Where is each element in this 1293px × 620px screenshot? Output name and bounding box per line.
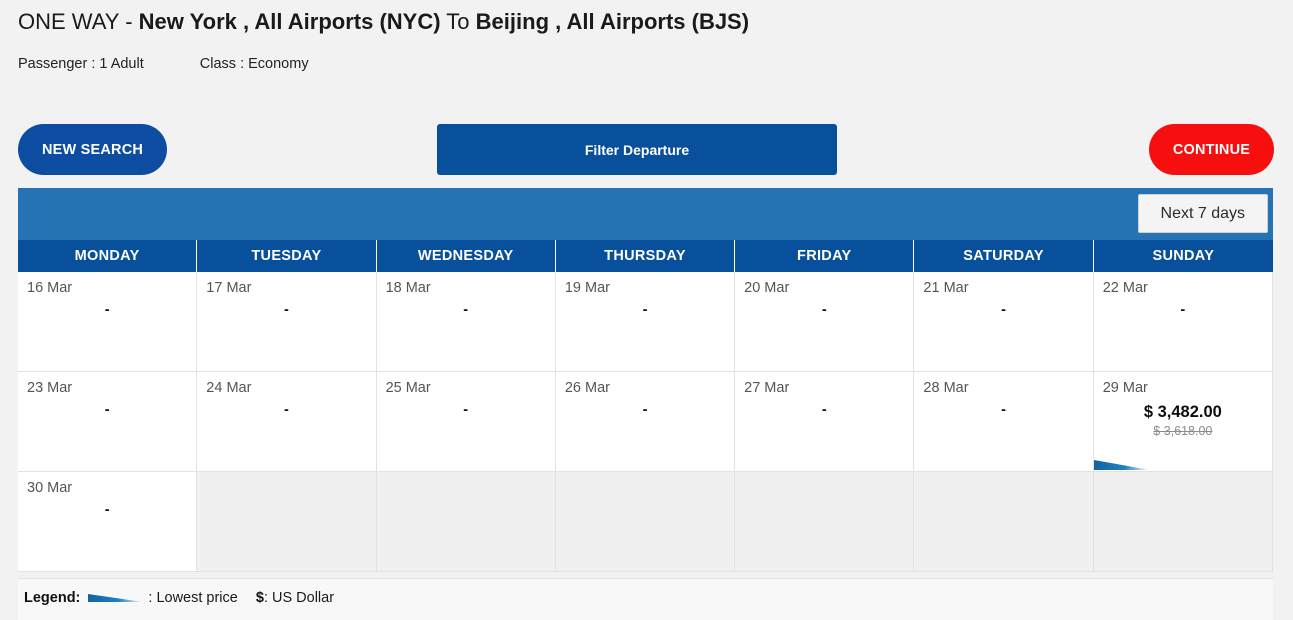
fare-area: - bbox=[377, 302, 555, 318]
fare-unavailable: - bbox=[1001, 302, 1006, 318]
calendar-day-cell[interactable]: 22 Mar - bbox=[1093, 272, 1273, 372]
lowest-price-wedge-icon bbox=[1093, 457, 1150, 471]
trip-type-label: ONE WAY bbox=[18, 9, 120, 34]
calendar-day-cell[interactable]: 18 Mar - bbox=[376, 272, 556, 372]
calendar-day-grid: 16 Mar -17 Mar -18 Mar -19 Mar -20 Mar -21 Ma… bbox=[18, 272, 1273, 572]
legend-title: Legend: bbox=[24, 590, 81, 606]
fare-area: - bbox=[735, 302, 913, 318]
legend-currency-text: : US Dollar bbox=[263, 590, 335, 606]
calendar-day-cell[interactable]: 30 Mar - bbox=[18, 472, 198, 572]
calendar-cell-empty bbox=[735, 472, 915, 572]
class-label: Class : Economy bbox=[199, 56, 309, 72]
day-date-label: 26 Mar bbox=[564, 380, 610, 396]
calendar-day-cell[interactable]: 21 Mar - bbox=[914, 272, 1094, 372]
fare-unavailable: - bbox=[463, 302, 469, 318]
fare-price: $ 3,482.00 bbox=[1143, 403, 1222, 421]
day-date-label: 28 Mar bbox=[923, 380, 969, 396]
fare-area: - bbox=[18, 402, 196, 418]
fare-area: - bbox=[556, 302, 734, 318]
calendar-day-cell[interactable]: 25 Mar - bbox=[376, 372, 556, 472]
calendar-day-cell[interactable]: 16 Mar - bbox=[18, 272, 198, 372]
weekday-header-sunday: SUNDAY bbox=[1093, 240, 1273, 272]
fare-area: - bbox=[197, 302, 375, 318]
calendar-day-cell[interactable]: 24 Mar - bbox=[197, 372, 377, 472]
calendar-cell-empty bbox=[1093, 472, 1273, 572]
fare-unavailable: - bbox=[642, 402, 648, 418]
fare-area: - bbox=[197, 402, 375, 418]
day-date-label: 27 Mar bbox=[744, 380, 790, 396]
fare-area: - bbox=[18, 502, 196, 518]
day-date-label: 25 Mar bbox=[385, 380, 431, 396]
passenger-label: Passenger : 1 Adult bbox=[18, 56, 144, 72]
day-date-label: 23 Mar bbox=[27, 380, 73, 396]
destination-label: Beijing , All Airports (BJS) bbox=[475, 9, 750, 34]
day-date-label: 30 Mar bbox=[27, 480, 73, 496]
weekday-header-friday: FRIDAY bbox=[735, 240, 915, 272]
calendar-day-cell[interactable]: 23 Mar - bbox=[18, 372, 198, 472]
fare-unavailable: - bbox=[284, 302, 289, 318]
legend-currency-symbol: $ bbox=[255, 590, 264, 606]
day-date-label: 19 Mar bbox=[564, 280, 610, 296]
fare-unavailable: - bbox=[463, 402, 469, 418]
day-date-label: 17 Mar bbox=[206, 280, 252, 296]
weekday-header-thursday: THURSDAY bbox=[555, 240, 736, 272]
fare-area: - bbox=[377, 402, 555, 418]
origin-label: New York , All Airports (NYC) bbox=[138, 9, 441, 34]
fare-area: $ 3,482.00 $ 3,618.00 bbox=[1094, 402, 1272, 440]
fare-original-price: $ 3,618.00 bbox=[1153, 424, 1213, 438]
next-7-days-button[interactable]: Next 7 days bbox=[1137, 194, 1268, 233]
calendar-cell-empty bbox=[555, 472, 736, 572]
action-bar: NEW SEARCH Filter Departure CONTINUE bbox=[0, 124, 1293, 176]
day-date-label: 24 Mar bbox=[206, 380, 252, 396]
calendar-toolbar: Next 7 days bbox=[18, 188, 1273, 240]
calendar-day-cell[interactable]: 19 Mar - bbox=[555, 272, 736, 372]
weekday-header-tuesday: TUESDAY bbox=[197, 240, 377, 272]
fare-unavailable: - bbox=[821, 402, 827, 418]
day-date-label: 16 Mar bbox=[27, 280, 73, 296]
fare-unavailable: - bbox=[284, 402, 289, 418]
calendar-cell-empty bbox=[197, 472, 377, 572]
legend-lowest-price-text: : Lowest price bbox=[148, 590, 238, 606]
calendar-day-cell[interactable]: 28 Mar - bbox=[914, 372, 1094, 472]
search-summary: Passenger : 1 Adult Class : Economy bbox=[18, 54, 309, 74]
fare-area: - bbox=[914, 402, 1092, 418]
page-title: ONE WAY - New York , All Airports (NYC) … bbox=[18, 8, 749, 36]
calendar-cell-empty bbox=[376, 472, 556, 572]
calendar-day-cell[interactable]: 27 Mar - bbox=[735, 372, 915, 472]
fare-area: - bbox=[18, 302, 196, 318]
fare-unavailable: - bbox=[1180, 302, 1186, 318]
day-date-label: 18 Mar bbox=[385, 280, 431, 296]
day-date-label: 21 Mar bbox=[923, 280, 969, 296]
calendar-cell-empty bbox=[914, 472, 1094, 572]
lowest-price-wedge-icon bbox=[88, 592, 145, 604]
day-date-label: 20 Mar bbox=[744, 280, 790, 296]
day-date-label: 29 Mar bbox=[1102, 380, 1148, 396]
calendar-day-cell[interactable]: 20 Mar - bbox=[735, 272, 915, 372]
weekday-header-row: MONDAY TUESDAY WEDNESDAY THURSDAY FRIDAY SATU… bbox=[18, 240, 1273, 272]
day-date-label: 22 Mar bbox=[1102, 280, 1148, 296]
fare-unavailable: - bbox=[642, 302, 648, 318]
calendar-day-cell[interactable]: 29 Mar $ 3,482.00 $ 3,618.00 bbox=[1093, 372, 1273, 472]
fare-area: - bbox=[1094, 302, 1272, 318]
weekday-header-saturday: SATURDAY bbox=[914, 240, 1094, 272]
calendar-day-cell[interactable]: 17 Mar - bbox=[197, 272, 377, 372]
fare-unavailable: - bbox=[821, 302, 827, 318]
weekday-header-monday: MONDAY bbox=[18, 240, 198, 272]
fare-unavailable: - bbox=[1001, 402, 1006, 418]
legend-bar: Legend: : Lowest price $ : US Dollar bbox=[18, 578, 1273, 620]
new-search-button[interactable]: NEW SEARCH bbox=[18, 124, 167, 175]
title-separator: - bbox=[125, 9, 133, 34]
fare-calendar: Next 7 days MONDAY TUESDAY WEDNESDAY THURSD… bbox=[18, 188, 1273, 572]
continue-button[interactable]: CONTINUE bbox=[1149, 124, 1274, 175]
fare-unavailable: - bbox=[104, 302, 110, 318]
fare-unavailable: - bbox=[104, 402, 110, 418]
to-label: To bbox=[446, 9, 470, 34]
fare-unavailable: - bbox=[104, 502, 110, 518]
fare-area: - bbox=[735, 402, 913, 418]
fare-area: - bbox=[914, 302, 1092, 318]
fare-area: - bbox=[556, 402, 734, 418]
calendar-day-cell[interactable]: 26 Mar - bbox=[555, 372, 736, 472]
filter-departure-button[interactable]: Filter Departure bbox=[437, 124, 837, 175]
weekday-header-wednesday: WEDNESDAY bbox=[376, 240, 556, 272]
